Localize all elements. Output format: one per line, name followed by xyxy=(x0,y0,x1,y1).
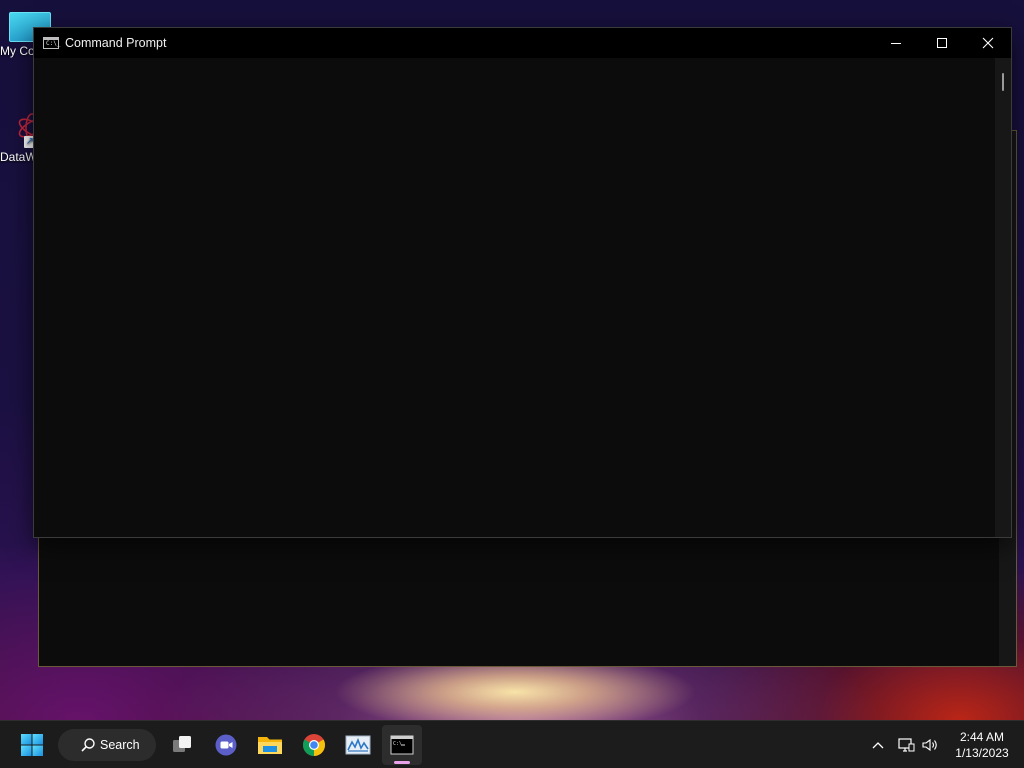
clock-date: 1/13/2023 xyxy=(955,746,1009,760)
search-icon xyxy=(81,738,95,752)
windows-logo-icon xyxy=(21,734,43,756)
network-icon xyxy=(898,738,915,752)
taskbar-app-performance-monitor[interactable] xyxy=(338,725,378,765)
chevron-up-icon xyxy=(872,742,884,749)
network-button[interactable] xyxy=(894,733,918,757)
taskbar-app-task-view[interactable] xyxy=(162,725,202,765)
cmd-icon: C:\ xyxy=(390,735,414,755)
maximize-button[interactable] xyxy=(919,28,965,58)
task-view-icon xyxy=(173,736,191,752)
volume-button[interactable] xyxy=(918,733,942,757)
console-output-area[interactable] xyxy=(34,58,996,537)
meet-icon xyxy=(215,734,237,756)
perfmon-icon xyxy=(345,735,371,755)
show-hidden-icons-button[interactable] xyxy=(866,733,890,757)
window-title: Command Prompt xyxy=(65,36,167,50)
taskbar-app-file-explorer[interactable] xyxy=(250,725,290,765)
scrollbar-thumb[interactable] xyxy=(1002,73,1004,91)
taskbar-app-meet[interactable] xyxy=(206,725,246,765)
taskbar-app-chrome[interactable] xyxy=(294,725,334,765)
system-clock[interactable]: 2:44 AM 1/13/2023 xyxy=(944,729,1020,761)
minimize-icon xyxy=(891,43,901,44)
taskbar-app-command-prompt[interactable]: C:\ xyxy=(382,725,422,765)
maximize-icon xyxy=(937,38,947,48)
close-icon xyxy=(982,37,994,49)
folder-icon xyxy=(258,737,282,754)
chrome-icon xyxy=(303,734,325,756)
search-label: Search xyxy=(100,738,140,752)
command-prompt-window[interactable]: C:\_ Command Prompt xyxy=(33,27,1012,538)
title-bar[interactable]: C:\_ Command Prompt xyxy=(34,28,1011,58)
taskbar-search-button[interactable]: Search xyxy=(58,729,156,761)
speaker-icon xyxy=(922,738,937,752)
active-app-indicator xyxy=(394,761,410,764)
close-button[interactable] xyxy=(965,28,1011,58)
cmd-icon: C:\_ xyxy=(43,37,60,49)
vertical-scrollbar[interactable] xyxy=(995,58,1011,537)
clock-time: 2:44 AM xyxy=(959,730,1005,744)
minimize-button[interactable] xyxy=(873,28,919,58)
taskbar: Search C:\ 2:44 AM 1/13/2023 xyxy=(0,720,1024,768)
svg-text:C:\: C:\ xyxy=(393,741,402,747)
start-button[interactable] xyxy=(12,725,52,765)
